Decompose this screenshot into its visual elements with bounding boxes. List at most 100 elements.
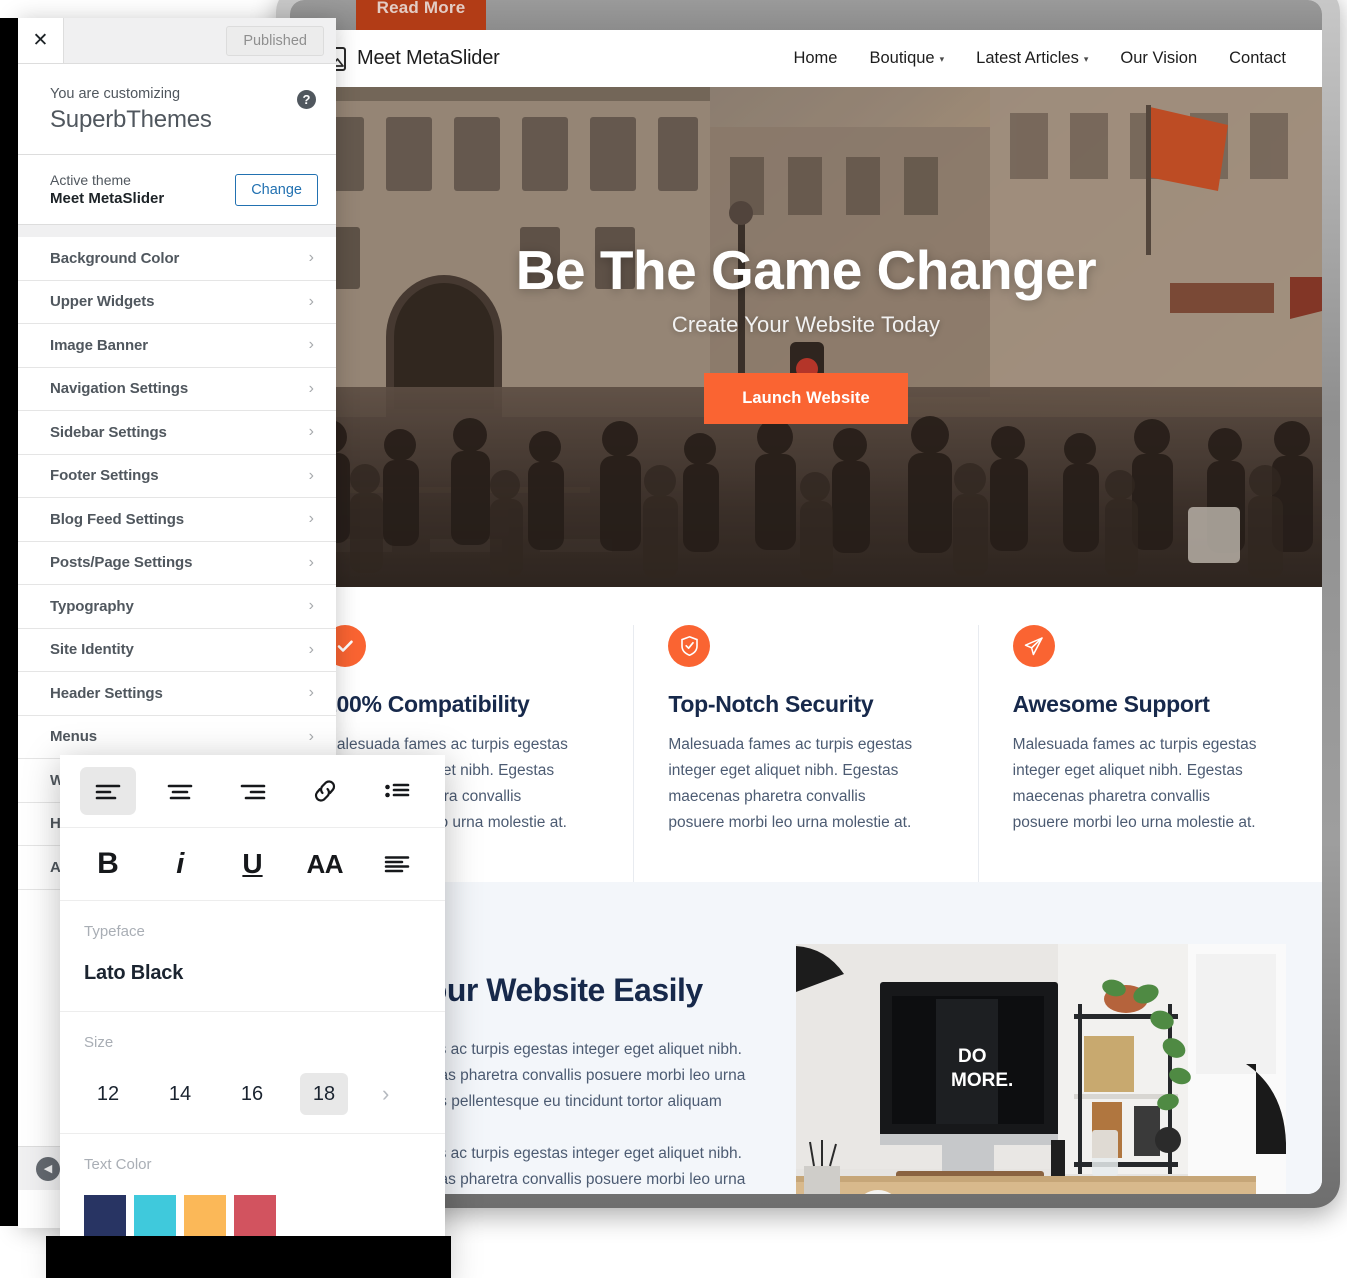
change-theme-button[interactable]: Change <box>235 173 318 206</box>
svg-text:MORE.: MORE. <box>951 1070 1013 1091</box>
help-icon[interactable]: ? <box>297 90 316 109</box>
chevron-right-icon: › <box>308 684 314 702</box>
nav-label: Boutique <box>869 49 935 67</box>
sidebar-item-header-settings[interactable]: Header Settings › <box>18 672 336 716</box>
alignment-toolbar <box>60 755 445 828</box>
shield-check-icon <box>668 625 711 667</box>
chevron-down-icon: ▾ <box>1083 54 1089 64</box>
feature-body: Malesuada fames ac turpis egestas intege… <box>1012 736 1257 832</box>
chevron-right-icon: › <box>308 553 314 571</box>
sidebar-item-label: Header Settings <box>50 684 163 702</box>
sidebar-item-posts-page-settings[interactable]: Posts/Page Settings › <box>18 541 336 585</box>
sidebar-item-label: Navigation Settings <box>50 380 189 398</box>
font-size-button[interactable]: AA <box>297 840 353 888</box>
color-swatch-red[interactable] <box>234 1195 276 1239</box>
link-icon[interactable] <box>297 767 353 815</box>
launch-website-button[interactable]: Launch Website <box>704 373 908 425</box>
align-left-button[interactable] <box>80 767 136 815</box>
chevron-right-icon: › <box>308 249 314 267</box>
site-header: Meet MetaSlider Home Boutique ▾ Latest Ar… <box>290 30 1322 87</box>
nav-item-our-vision[interactable]: Our Vision <box>1120 49 1197 68</box>
align-center-button[interactable] <box>152 767 208 815</box>
sidebar-item-label: Menus <box>50 728 98 746</box>
sidebar-item-label: Sidebar Settings <box>50 423 167 441</box>
bold-glyph: B <box>97 847 119 880</box>
sidebar-item-label: Posts/Page Settings <box>50 554 193 572</box>
active-theme-label: Active theme <box>50 172 131 188</box>
sidebar-item-footer-settings[interactable]: Footer Settings › <box>18 454 336 498</box>
italic-glyph: i <box>176 847 185 880</box>
nav-label: Latest Articles <box>976 49 1079 67</box>
sidebar-item-background-color[interactable]: Background Color › <box>18 237 336 281</box>
site-brand[interactable]: Meet MetaSlider <box>320 46 500 71</box>
chevron-right-icon: › <box>308 336 314 354</box>
collapse-sidebar-button[interactable]: ◀ <box>36 1156 60 1181</box>
sidebar-item-sidebar-settings[interactable]: Sidebar Settings › <box>18 411 336 455</box>
feature-title: Top-Notch Security <box>668 691 874 717</box>
sidebar-item-navigation-settings[interactable]: Navigation Settings › <box>18 367 336 411</box>
chevron-right-icon: › <box>308 379 314 397</box>
sidebar-item-site-identity[interactable]: Site Identity › <box>18 628 336 672</box>
size-option-14[interactable]: 14 <box>156 1073 204 1115</box>
feature-body: Malesuada fames ac turpis egestas intege… <box>668 736 913 832</box>
sidebar-item-label: Typography <box>50 597 134 615</box>
sidebar-item-label: Footer Settings <box>50 467 159 485</box>
chevron-right-icon: › <box>308 292 314 310</box>
chevron-right-icon: › <box>308 727 314 745</box>
bullet-list-button[interactable] <box>369 767 425 815</box>
customizer-topbar: ✕ Published <box>18 18 336 64</box>
feature-card-security: Top-Notch Security Malesuada fames ac tu… <box>633 625 977 882</box>
sidebar-item-image-banner[interactable]: Image Banner › <box>18 324 336 368</box>
color-swatch-amber[interactable] <box>184 1195 226 1239</box>
size-options: 12 14 16 18 › <box>84 1073 421 1133</box>
customizing-label: You are customizing <box>50 86 181 102</box>
sidebar-item-label: Site Identity <box>50 641 134 659</box>
customizer-site-title: SuperbThemes <box>50 106 212 133</box>
nav-item-latest-articles[interactable]: Latest Articles ▾ <box>976 49 1088 68</box>
chevron-right-icon: › <box>308 597 314 615</box>
customizer-divider <box>18 225 336 237</box>
sidebar-item-upper-widgets[interactable]: Upper Widgets › <box>18 280 336 324</box>
active-theme-name: Meet MetaSlider <box>50 190 165 207</box>
nav-label: Home <box>793 49 838 67</box>
paper-plane-icon <box>1012 625 1055 667</box>
publish-button[interactable]: Published <box>226 25 324 56</box>
size-option-16[interactable]: 16 <box>228 1073 276 1115</box>
chevron-right-icon: › <box>308 423 314 441</box>
size-next-chevron-icon[interactable]: › <box>382 1081 389 1107</box>
sidebar-item-blog-feed-settings[interactable]: Blog Feed Settings › <box>18 498 336 542</box>
italic-button[interactable]: i <box>152 840 208 888</box>
sidebar-item-typography[interactable]: Typography › <box>18 585 336 629</box>
line-height-icon[interactable] <box>369 840 425 888</box>
underline-button[interactable]: U <box>225 840 281 888</box>
nav-label: Contact <box>1229 49 1286 67</box>
color-swatch-navy[interactable] <box>84 1195 126 1239</box>
nav-item-contact[interactable]: Contact <box>1229 49 1286 68</box>
customizer-header: You are customizing SuperbThemes ? <box>18 64 336 155</box>
typeface-value[interactable]: Lato Black <box>84 962 421 1011</box>
sidebar-item-menus[interactable]: Menus › <box>18 715 336 759</box>
bold-button[interactable]: B <box>80 840 136 888</box>
font-size-glyph: AA <box>306 849 344 879</box>
format-toolbar: B i U AA <box>60 828 445 901</box>
typeface-label: Typeface <box>84 923 145 940</box>
read-more-button[interactable]: Read More <box>356 0 486 30</box>
typography-popup: B i U AA Typeface Lato Black Size 12 14 … <box>60 755 445 1278</box>
color-swatch-cyan[interactable] <box>134 1195 176 1239</box>
preview-top-strip: Read More <box>290 0 1322 30</box>
close-customizer-button[interactable]: ✕ <box>18 18 64 63</box>
text-color-label: Text Color <box>84 1156 152 1173</box>
size-option-18[interactable]: 18 <box>300 1073 348 1115</box>
nav-item-home[interactable]: Home <box>793 49 837 68</box>
sidebar-item-label: Image Banner <box>50 336 148 354</box>
hero-title: Be The Game Changer <box>515 238 1097 301</box>
feature-card-support: Awesome Support Malesuada fames ac turpi… <box>977 625 1322 882</box>
hero-content: Be The Game Changer Create Your Website … <box>290 87 1322 587</box>
nav-item-boutique[interactable]: Boutique ▾ <box>869 49 944 68</box>
size-option-12[interactable]: 12 <box>84 1073 132 1115</box>
active-theme-text: Active theme Meet MetaSlider <box>50 172 235 207</box>
align-right-button[interactable] <box>225 767 281 815</box>
size-section: Size 12 14 16 18 › <box>60 1012 445 1134</box>
underline-glyph: U <box>242 848 263 879</box>
